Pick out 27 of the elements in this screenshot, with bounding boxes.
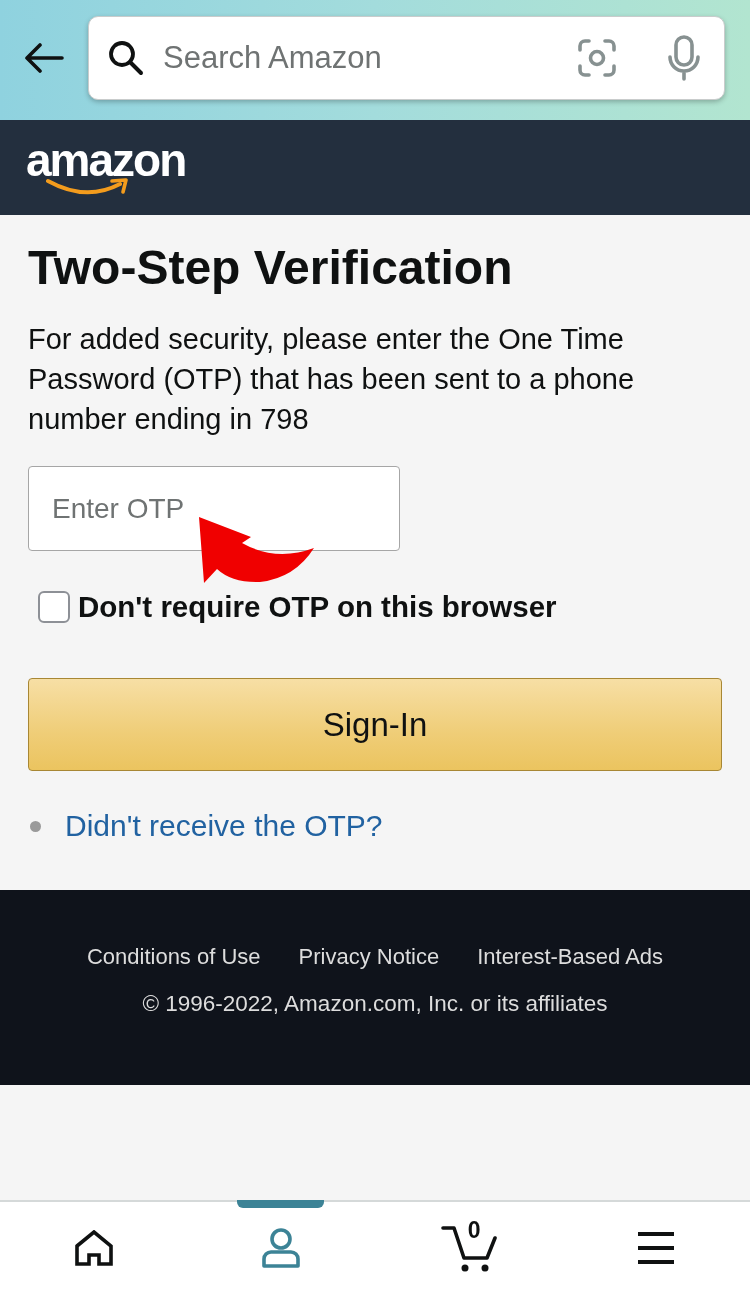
copyright-text: © 1996-2022, Amazon.com, Inc. or its affiliates bbox=[142, 990, 608, 1018]
otp-input-field[interactable]: Enter OTP bbox=[28, 466, 400, 551]
home-icon bbox=[74, 1230, 113, 1266]
microphone-icon bbox=[668, 35, 700, 81]
footer-link[interactable]: Conditions of Use bbox=[86, 943, 261, 970]
search-field[interactable]: Search Amazon bbox=[88, 16, 725, 100]
remember-checkbox[interactable] bbox=[38, 591, 70, 623]
camera-lens-icon bbox=[578, 39, 616, 77]
search-input[interactable]: Search Amazon bbox=[163, 36, 562, 80]
checkbox-label: Don't require OTP on this browser bbox=[78, 590, 557, 624]
footer-link[interactable]: Privacy Notice bbox=[298, 943, 440, 970]
search-icon bbox=[108, 40, 144, 76]
smile-arrow-icon bbox=[46, 177, 130, 196]
voice-search-button[interactable] bbox=[668, 35, 700, 81]
person-icon bbox=[262, 1228, 301, 1268]
arrow-left-icon bbox=[24, 43, 64, 73]
sign-in-button[interactable]: Sign-In bbox=[28, 678, 722, 771]
resend-otp-link[interactable]: Didn't receive the OTP? bbox=[65, 809, 383, 843]
footer-link[interactable]: Interest-Based Ads bbox=[477, 943, 664, 970]
cart-count: 0 bbox=[467, 1218, 481, 1242]
menu-icon bbox=[638, 1232, 675, 1264]
page-title: Two-Step Verification bbox=[28, 241, 514, 295]
back-button[interactable] bbox=[24, 43, 64, 73]
camera-scan-button[interactable] bbox=[578, 39, 616, 77]
bullet-icon bbox=[30, 820, 41, 832]
logo-wordmark: amazon bbox=[26, 139, 186, 180]
instructions-text: For added security, please enter the One Time Password (OTP) that has been sent to a phone number ending in 798 bbox=[28, 322, 636, 437]
